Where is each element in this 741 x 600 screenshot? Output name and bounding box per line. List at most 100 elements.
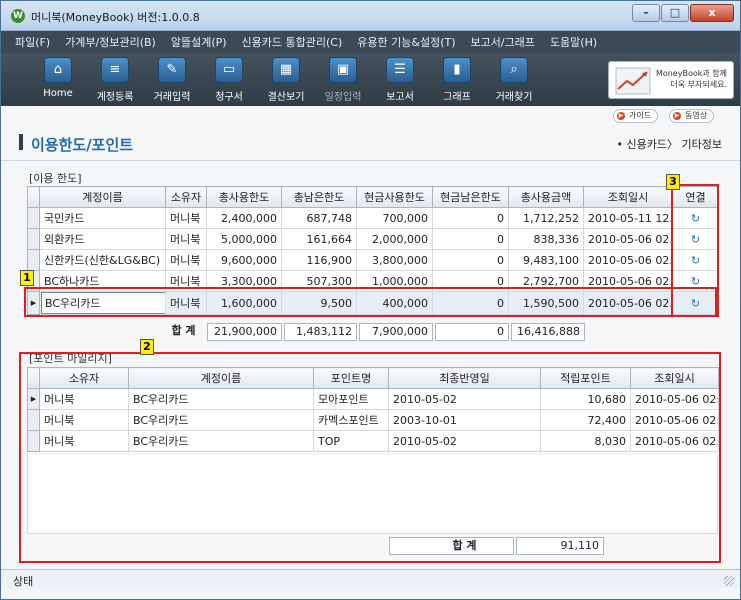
total-limit-cell[interactable]: 5,000,000	[206, 228, 282, 250]
cash-limit-cell[interactable]: 3,800,000	[356, 249, 433, 271]
graph-icon: ▮	[443, 57, 471, 83]
total-used-cell[interactable]: 1,712,252	[508, 207, 584, 229]
table-row[interactable]: 국민카드 머니북 2,400,000 687,748 700,000 0 1,7…	[27, 207, 719, 229]
column-header[interactable]: 총사용한도	[206, 186, 282, 208]
table-row[interactable]: 외환카드 머니북 5,000,000 161,664 2,000,000 0 8…	[27, 228, 719, 250]
play-icon: ▶	[617, 112, 625, 120]
toolbar-bill-button[interactable]: ▭ 청구서	[204, 57, 254, 103]
toolbar-schedule-button[interactable]: ▣ 일정입력	[318, 57, 368, 103]
menu-plan[interactable]: 알뜰설계(P)	[171, 34, 227, 50]
menu-ledger[interactable]: 가계부/정보관리(B)	[65, 34, 156, 50]
total-remain-cell[interactable]: 116,900	[281, 249, 357, 271]
total-limit-cell[interactable]: 2,400,000	[206, 207, 282, 229]
limit-section-label: [이용 한도]	[29, 172, 82, 185]
account-name-cell[interactable]: 외환카드	[39, 228, 166, 250]
account-icon: ≡	[101, 57, 129, 83]
breadcrumb: • 신용카드〉 기타정보	[616, 138, 722, 151]
row-header[interactable]	[27, 207, 40, 229]
annotation-tag-3: 3	[666, 174, 680, 190]
annotation-box-3	[671, 184, 719, 317]
owner-cell[interactable]: 머니북	[165, 207, 207, 229]
cash-remain-sum: 0	[435, 323, 509, 341]
toolbar-transaction-button[interactable]: ✎ 거래입력	[147, 57, 197, 103]
toolbar-label: 거래찾기	[495, 92, 533, 103]
total-used-cell[interactable]: 9,483,100	[508, 249, 584, 271]
ad-banner[interactable]: MoneyBook과 함께 더욱 부자되세요.	[608, 61, 734, 99]
close-button[interactable]: x	[690, 4, 734, 22]
total-remain-cell[interactable]: 687,748	[281, 207, 357, 229]
account-name-cell[interactable]: 국민카드	[39, 207, 166, 229]
toolbar-report-button[interactable]: ☰ 보고서	[375, 57, 425, 103]
cash-remain-cell[interactable]: 0	[432, 228, 509, 250]
toolbar-label: 보고서	[386, 92, 414, 103]
video-label: 동영상	[685, 111, 708, 120]
toolbar-account-button[interactable]: ≡ 계정등록	[90, 57, 140, 103]
menu-help[interactable]: 도움말(H)	[550, 34, 597, 50]
toolbar: ⌂ Home ≡ 계정등록 ✎ 거래입력 ▭ 청구서 ▦ 결산보기 ▣ 일정입력…	[1, 53, 740, 106]
row-header-corner	[27, 186, 40, 208]
annotation-box-2	[19, 352, 721, 563]
menu-bar: 파일(F) 가계부/정보관리(B) 알뜰설계(P) 신용카드 통합관리(C) 유…	[1, 31, 740, 53]
table-row[interactable]: 신한카드(신한&LG&BC) 머니북 9,600,000 116,900 3,8…	[27, 249, 719, 271]
total-used-cell[interactable]: 838,336	[508, 228, 584, 250]
title-marker	[19, 134, 23, 150]
toolbar-settlement-button[interactable]: ▦ 결산보기	[261, 57, 311, 103]
menu-report[interactable]: 보고서/그래프	[471, 34, 535, 50]
play-icon: ▶	[673, 112, 681, 120]
cash-remain-cell[interactable]: 0	[432, 207, 509, 229]
toolbar-label: 결산보기	[267, 92, 305, 103]
toolbar-label: 일정입력	[324, 92, 362, 103]
total-remain-cell[interactable]: 161,664	[281, 228, 357, 250]
column-header[interactable]: 조회일시	[583, 186, 673, 208]
video-button[interactable]: ▶ 동영상	[669, 109, 715, 123]
toolbar-home-button[interactable]: ⌂ Home	[33, 57, 83, 99]
cash-limit-cell[interactable]: 2,000,000	[356, 228, 433, 250]
column-header[interactable]: 총남은한도	[281, 186, 357, 208]
window-title: 머니북(MoneyBook) 버전:1.0.0.8	[31, 11, 200, 24]
guide-button[interactable]: ▶ 가이드	[613, 109, 659, 123]
toolbar-search-button[interactable]: ⌕ 거래찾기	[489, 57, 539, 103]
monitor-icon: ▦	[272, 57, 300, 83]
status-text: 상태	[13, 575, 34, 588]
annotation-tag-1: 1	[20, 270, 34, 286]
maximize-button[interactable]: □	[661, 4, 689, 22]
total-limit-cell[interactable]: 9,600,000	[206, 249, 282, 271]
page-title: 이용한도/포인트	[31, 136, 134, 154]
cash-limit-cell[interactable]: 700,000	[356, 207, 433, 229]
owner-cell[interactable]: 머니북	[165, 228, 207, 250]
menu-file[interactable]: 파일(F)	[15, 34, 50, 50]
row-header[interactable]	[27, 249, 40, 271]
row-header[interactable]	[27, 228, 40, 250]
toolbar-label: 그래프	[443, 92, 471, 103]
home-icon: ⌂	[44, 57, 72, 83]
report-icon: ☰	[386, 57, 414, 83]
account-name-cell[interactable]: 신한카드(신한&LG&BC)	[39, 249, 166, 271]
menu-credit-card[interactable]: 신용카드 통합관리(C)	[242, 34, 343, 50]
minimize-button[interactable]: –	[632, 4, 660, 22]
status-bar: 상태	[1, 569, 740, 589]
card-icon: ▭	[215, 57, 243, 83]
edit-icon: ✎	[158, 57, 186, 83]
cash-remain-cell[interactable]: 0	[432, 249, 509, 271]
toolbar-graph-button[interactable]: ▮ 그래프	[432, 57, 482, 103]
resize-grip-icon[interactable]	[724, 576, 734, 586]
column-header[interactable]: 현금사용한도	[356, 186, 433, 208]
column-header[interactable]: 계정이름	[39, 186, 166, 208]
total-used-sum: 16,416,888	[511, 323, 585, 341]
queried-at-cell[interactable]: 2010-05-11 12...	[583, 207, 673, 229]
owner-cell[interactable]: 머니북	[165, 249, 207, 271]
queried-at-cell[interactable]: 2010-05-06 02...	[583, 249, 673, 271]
column-header[interactable]: 총사용금액	[508, 186, 584, 208]
guide-label: 가이드	[629, 111, 652, 120]
chart-arrow-icon	[615, 67, 651, 95]
app-window: W 머니북(MoneyBook) 버전:1.0.0.8 – □ x 파일(F) …	[0, 0, 741, 600]
menu-tools[interactable]: 유용한 기능&설정(T)	[357, 34, 455, 50]
column-header[interactable]: 소유자	[165, 186, 207, 208]
search-icon: ⌕	[500, 57, 528, 83]
annotation-box-1	[24, 287, 717, 317]
toolbar-label: Home	[43, 88, 73, 99]
limit-totals: 합 계 21,900,000 1,483,112 7,900,000 0 16,…	[166, 323, 587, 341]
queried-at-cell[interactable]: 2010-05-06 02...	[583, 228, 673, 250]
limit-header-row: 계정이름 소유자 총사용한도 총남은한도 현금사용한도 현금남은한도 총사용금액…	[27, 186, 719, 208]
column-header[interactable]: 현금남은한도	[432, 186, 509, 208]
